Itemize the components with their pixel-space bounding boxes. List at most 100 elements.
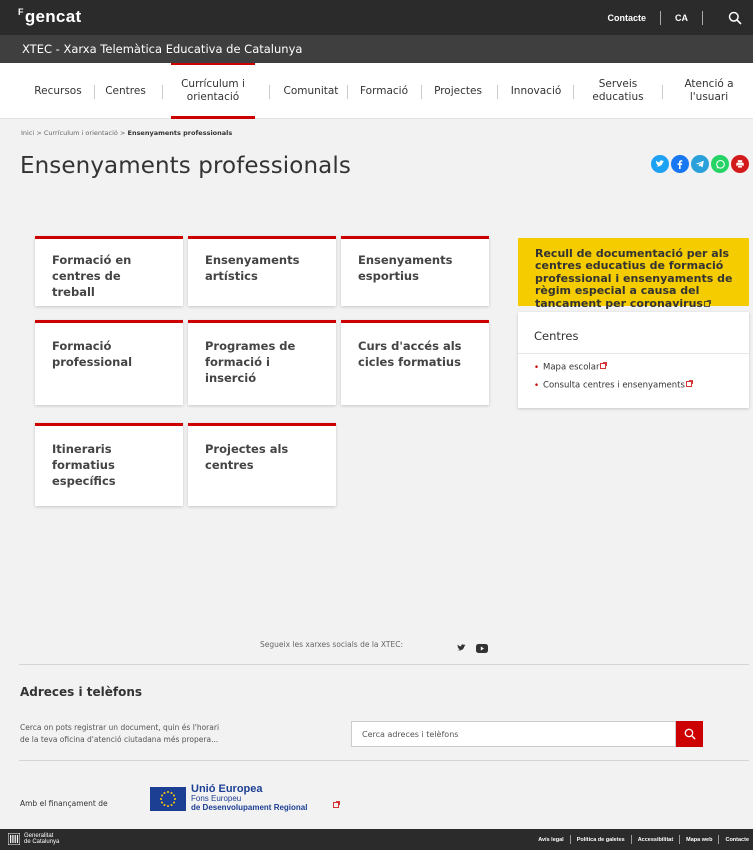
nav-label: educatius bbox=[592, 91, 644, 103]
card-label: Projectes als bbox=[205, 442, 289, 456]
avis-legal-link[interactable]: Avís legal bbox=[538, 837, 563, 843]
card-label: Ensenyaments bbox=[205, 253, 300, 267]
breadcrumb-current: Ensenyaments professionals bbox=[127, 129, 233, 137]
external-link-icon bbox=[333, 793, 340, 812]
contact-link[interactable]: Contacte bbox=[607, 13, 646, 23]
card-curs-acces-cicles[interactable]: Curs d'accés als cicles formatius bbox=[341, 320, 489, 405]
mapa-web-link[interactable]: Mapa web bbox=[686, 837, 712, 843]
card-label: esportius bbox=[358, 269, 419, 283]
funding-text: Amb el finançament de bbox=[20, 799, 108, 808]
site-bar: XTEC - Xarxa Telemàtica Educativa de Cat… bbox=[0, 35, 753, 63]
nav-item-projectes[interactable]: Projectes bbox=[426, 63, 490, 119]
eu-flag-icon bbox=[150, 787, 186, 811]
whatsapp-icon[interactable] bbox=[711, 155, 729, 173]
divider bbox=[660, 10, 661, 25]
card-label: centres de treball bbox=[52, 269, 121, 299]
nav-label: Centres bbox=[105, 84, 146, 97]
card-formacio-centres-treball[interactable]: Formació en centres de treball bbox=[35, 236, 183, 306]
breadcrumb-item[interactable]: Inici bbox=[21, 129, 34, 137]
nav-label: l'usuari bbox=[689, 91, 729, 103]
external-link-icon bbox=[685, 380, 693, 390]
card-projectes-centres[interactable]: Projectes als centres bbox=[188, 423, 336, 506]
card-label: Curs d'accés als bbox=[358, 339, 462, 353]
divider bbox=[702, 10, 703, 25]
generalitat-logo[interactable]: Generalitat de Catalunya bbox=[8, 833, 59, 845]
card-label: professional bbox=[52, 355, 133, 369]
nav-divider bbox=[162, 85, 163, 99]
eu-funding-logo[interactable]: Unió Europea Fons Europeu de Desenvolupa… bbox=[191, 784, 308, 813]
breadcrumb: Inici > Currículum i orientació > Enseny… bbox=[21, 129, 232, 137]
consulta-centres-link[interactable]: • Consulta centres i ensenyaments bbox=[534, 380, 693, 391]
nav-divider bbox=[662, 85, 663, 99]
nav-item-comunitat[interactable]: Comunitat bbox=[275, 63, 347, 119]
bullet-icon: • bbox=[534, 380, 540, 391]
card-label: formació i bbox=[205, 355, 270, 369]
description-line: Cerca on pots registrar un document, qui… bbox=[20, 723, 220, 732]
card-itineraris-formatius[interactable]: Itineraris formatius específics bbox=[35, 423, 183, 506]
nav-item-curriculum[interactable]: Currículum i orientació bbox=[171, 63, 255, 119]
eu-text: de Desenvolupament Regional bbox=[191, 803, 308, 812]
notice-text: tancament per coronavirus bbox=[535, 296, 703, 310]
coronavirus-notice-link[interactable]: Recull de documentació per als centres e… bbox=[518, 238, 749, 310]
twitter-icon[interactable] bbox=[651, 155, 669, 173]
language-selector[interactable]: CA bbox=[675, 13, 688, 23]
youtube-icon[interactable] bbox=[476, 642, 488, 654]
print-icon[interactable] bbox=[731, 155, 749, 173]
card-label: Ensenyaments bbox=[358, 253, 453, 267]
generalitat-logo-icon bbox=[8, 833, 20, 845]
card-label: específics bbox=[52, 474, 116, 488]
nav-label: Recursos bbox=[34, 84, 82, 97]
nav-label: Innovació bbox=[510, 84, 562, 97]
notice-text: règim especial a causa del bbox=[535, 284, 700, 298]
card-label: artístics bbox=[205, 269, 258, 283]
divider bbox=[718, 835, 720, 844]
nav-divider bbox=[269, 85, 270, 99]
search-icon[interactable] bbox=[717, 0, 753, 35]
nav-divider bbox=[421, 85, 422, 99]
main-nav: Recursos Centres Currículum i orientació … bbox=[0, 63, 753, 119]
generalitat-text: de Catalunya bbox=[24, 839, 60, 845]
follow-text: Segueix les xarxes socials de la XTEC: bbox=[259, 640, 404, 649]
link-label: Consulta centres i ensenyaments bbox=[543, 380, 685, 391]
twitter-icon[interactable] bbox=[455, 642, 467, 654]
nav-item-recursos[interactable]: Recursos bbox=[22, 63, 94, 119]
divider bbox=[518, 353, 749, 354]
addresses-search-button[interactable] bbox=[676, 721, 703, 747]
telegram-icon[interactable] bbox=[691, 155, 709, 173]
logo-mark: F bbox=[18, 7, 24, 17]
card-label: centres bbox=[205, 458, 254, 472]
breadcrumb-separator: > bbox=[119, 129, 126, 137]
notice-text: centres educatius de formació bbox=[535, 259, 724, 273]
top-bar: Fgencat Contacte CA bbox=[0, 0, 753, 35]
facebook-icon[interactable] bbox=[671, 155, 689, 173]
breadcrumb-item[interactable]: Currículum i orientació bbox=[44, 129, 118, 137]
logo-text: gencat bbox=[24, 7, 82, 26]
nav-label: Currículum i bbox=[181, 77, 245, 90]
politica-galetes-link[interactable]: Política de galetes bbox=[577, 837, 625, 843]
card-formacio-professional[interactable]: Formació professional bbox=[35, 320, 183, 405]
card-programes-formacio-insercio[interactable]: Programes de formació i inserció bbox=[188, 320, 336, 405]
nav-divider bbox=[347, 85, 348, 99]
site-title[interactable]: XTEC - Xarxa Telemàtica Educativa de Cat… bbox=[22, 42, 302, 56]
card-label: Itineraris bbox=[52, 442, 112, 456]
card-ensenyaments-esportius[interactable]: Ensenyaments esportius bbox=[341, 236, 489, 306]
centres-box: Centres • Mapa escolar • Consulta centres … bbox=[518, 312, 749, 408]
nav-divider bbox=[94, 85, 95, 99]
card-ensenyaments-artistics[interactable]: Ensenyaments artístics bbox=[188, 236, 336, 306]
nav-item-centres[interactable]: Centres bbox=[98, 63, 153, 119]
divider bbox=[19, 760, 749, 761]
search-icon bbox=[684, 728, 696, 740]
accessibilitat-link[interactable]: Accessibilitat bbox=[638, 837, 673, 843]
contacte-link[interactable]: Contacte bbox=[725, 837, 749, 843]
nav-label: Projectes bbox=[434, 84, 482, 97]
card-label: cicles formatius bbox=[358, 355, 461, 369]
nav-item-serveis-educatius[interactable]: Serveis educatius bbox=[580, 63, 656, 119]
mapa-escolar-link[interactable]: • Mapa escolar bbox=[534, 362, 608, 373]
nav-item-innovacio[interactable]: Innovació bbox=[503, 63, 569, 119]
gencat-logo[interactable]: Fgencat bbox=[18, 7, 81, 27]
addresses-search-input[interactable] bbox=[351, 721, 676, 747]
nav-item-formacio[interactable]: Formació bbox=[352, 63, 416, 119]
card-label: formatius bbox=[52, 458, 115, 472]
card-label: inserció bbox=[205, 371, 257, 385]
nav-item-atencio-usuari[interactable]: Atenció a l'usuari bbox=[669, 63, 749, 119]
